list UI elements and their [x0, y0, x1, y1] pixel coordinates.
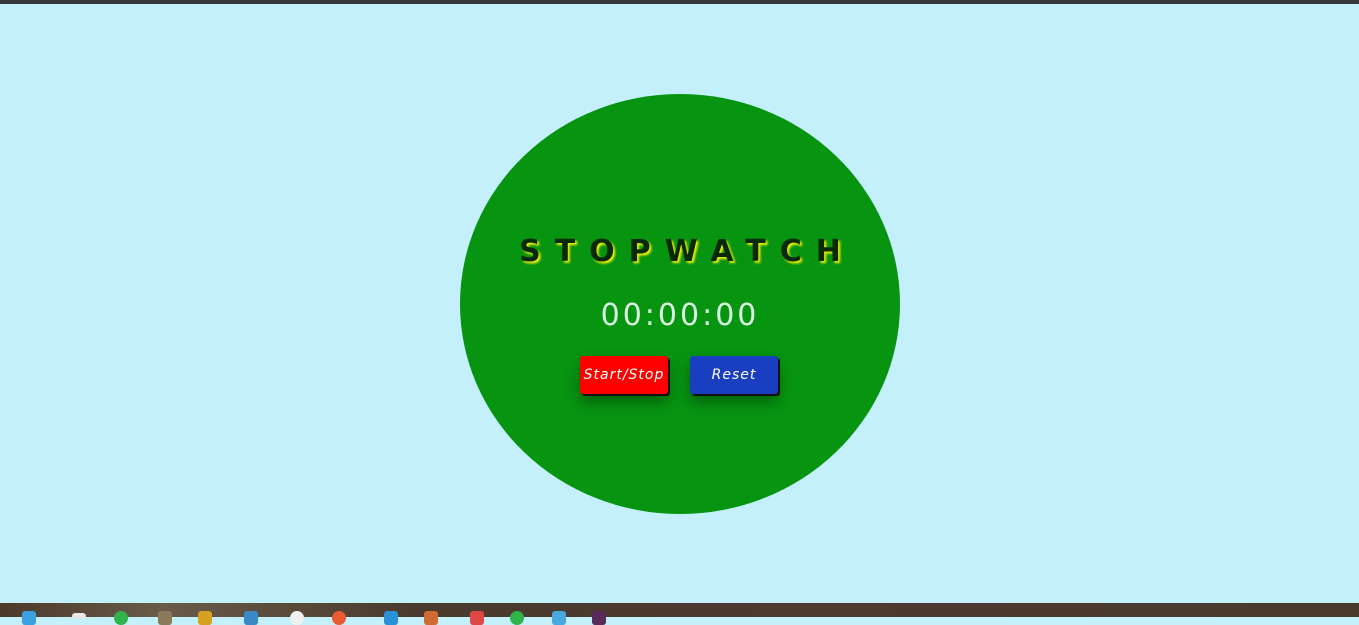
edge-icon[interactable]: [244, 611, 258, 625]
start-stop-button[interactable]: Start/Stop: [580, 356, 668, 394]
calculator-icon[interactable]: [552, 611, 566, 625]
stopwatch-title: STOPWATCH: [519, 234, 855, 269]
app-icon[interactable]: [470, 611, 484, 625]
stopwatch-circle: STOPWATCH 00:00:00 Start/Stop Reset: [460, 94, 900, 514]
page-background: STOPWATCH 00:00:00 Start/Stop Reset: [0, 4, 1359, 603]
chrome-icon[interactable]: [114, 611, 128, 625]
brave-icon[interactable]: [332, 611, 346, 625]
spotify-icon[interactable]: [510, 611, 524, 625]
reset-button[interactable]: Reset: [690, 356, 778, 394]
file-explorer-icon[interactable]: [158, 611, 172, 625]
app-icon[interactable]: [592, 611, 606, 625]
folder-icon[interactable]: [198, 611, 212, 625]
taskbar: [0, 603, 1359, 625]
windows-start-icon[interactable]: [22, 611, 36, 625]
search-icon[interactable]: [290, 611, 304, 625]
app-icon[interactable]: [424, 611, 438, 625]
vscode-icon[interactable]: [384, 611, 398, 625]
time-display: 00:00:00: [600, 298, 760, 333]
task-view-icon[interactable]: [72, 613, 86, 619]
